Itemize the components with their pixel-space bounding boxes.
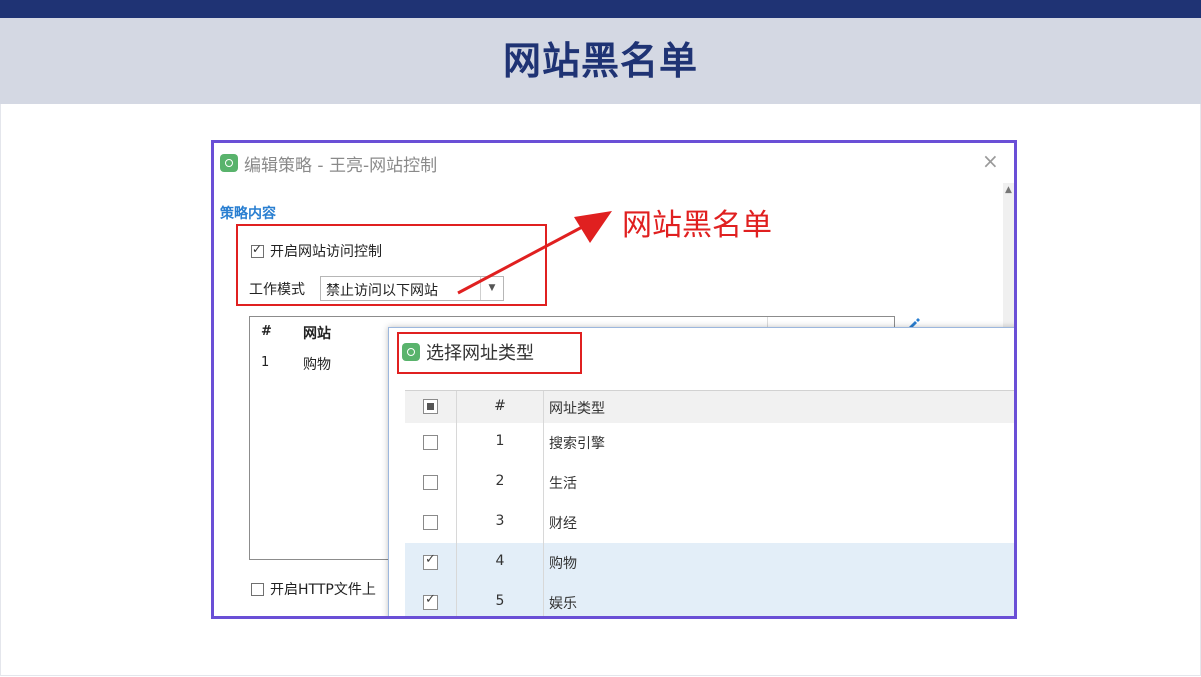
header-num: # bbox=[494, 398, 506, 414]
table-row[interactable]: 2 生活 bbox=[405, 463, 1014, 504]
row-url-type: 搜索引擎 bbox=[549, 436, 605, 452]
row-checkbox[interactable] bbox=[423, 552, 438, 570]
row-url-type: 生活 bbox=[549, 476, 577, 492]
site-list-row-site: 购物 bbox=[303, 357, 331, 373]
column-divider bbox=[543, 391, 544, 423]
row-checkbox[interactable] bbox=[423, 592, 438, 610]
row-num: 5 bbox=[495, 593, 505, 609]
scroll-up-arrow-icon[interactable]: ▲ bbox=[1003, 185, 1014, 195]
column-divider bbox=[543, 543, 544, 583]
table-row[interactable]: 1 搜索引擎 bbox=[405, 423, 1014, 464]
http-upload-label: 开启HTTP文件上 bbox=[270, 582, 376, 598]
column-divider bbox=[543, 423, 544, 463]
slide-title: 网站黑名单 bbox=[502, 39, 698, 83]
table-row[interactable]: 3 财经 bbox=[405, 503, 1014, 544]
http-upload-checkbox[interactable] bbox=[251, 583, 264, 596]
slide-header: 网站黑名单 bbox=[0, 18, 1201, 104]
top-accent-bar bbox=[0, 0, 1201, 18]
select-all-checkbox[interactable] bbox=[423, 399, 438, 414]
screenshot-frame: 编辑策略 - 王亮-网站控制 × ▲ 策略内容 开启网站访问控制 工作模式 禁止… bbox=[211, 140, 1017, 619]
column-divider bbox=[543, 463, 544, 503]
close-icon[interactable]: × bbox=[982, 149, 999, 173]
select-url-type-dialog: 选择网址类型 # 网址类型 1 搜索引擎 2 生活 3 财经 ✓ 4 购物 ✓ … bbox=[388, 327, 1014, 616]
site-list-header-num: # bbox=[261, 324, 272, 339]
row-num: 3 bbox=[495, 513, 505, 529]
dialog-title: 编辑策略 - 王亮-网站控制 bbox=[244, 156, 438, 176]
app-logo-icon bbox=[220, 154, 238, 172]
column-divider bbox=[543, 583, 544, 616]
table-row[interactable]: 5 娱乐 bbox=[405, 583, 1014, 616]
row-num: 4 bbox=[495, 553, 505, 569]
column-divider bbox=[543, 503, 544, 543]
row-checkbox[interactable] bbox=[423, 475, 438, 490]
header-url-type: 网址类型 bbox=[549, 401, 605, 417]
callout-label: 网站黑名单 bbox=[622, 208, 772, 243]
row-url-type: 购物 bbox=[549, 556, 577, 572]
table-row[interactable]: 4 购物 bbox=[405, 543, 1014, 584]
section-title: 策略内容 bbox=[220, 206, 276, 222]
url-type-table-header: # 网址类型 bbox=[405, 390, 1014, 424]
row-num: 1 bbox=[495, 433, 505, 449]
row-url-type: 财经 bbox=[549, 516, 577, 532]
row-num: 2 bbox=[495, 473, 505, 489]
row-checkbox[interactable] bbox=[423, 515, 438, 530]
row-checkbox[interactable] bbox=[423, 435, 438, 450]
dialog-titlebar: 编辑策略 - 王亮-网站控制 × bbox=[214, 143, 1014, 183]
highlight-box-popup-title bbox=[397, 332, 582, 374]
site-list-row-num: 1 bbox=[261, 355, 270, 370]
row-url-type: 娱乐 bbox=[549, 596, 577, 612]
site-list-header-site: 网站 bbox=[303, 326, 331, 342]
callout-arrow bbox=[457, 211, 612, 295]
